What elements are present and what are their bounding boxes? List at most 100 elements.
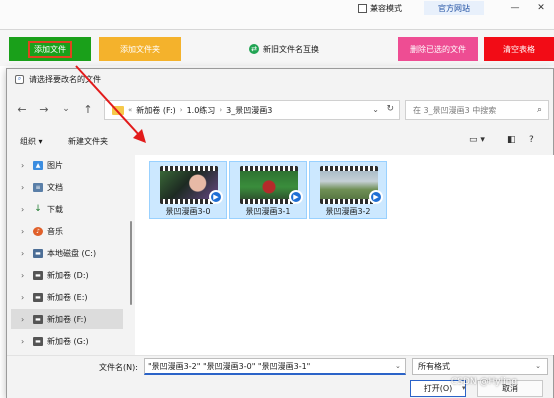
search-icon: ⌕ (536, 105, 542, 115)
film-strip (160, 166, 218, 171)
search-placeholder: 在 3_景凹漫画3 中搜索 (413, 105, 497, 115)
interchange-names-label: 新旧文件名互换 (263, 44, 319, 54)
dialog-title-bar: ⌕ 请选择要改名的文件 (7, 69, 553, 89)
media-player-icon: ▶ (209, 190, 223, 204)
pictures-icon: ▲ (33, 160, 43, 170)
breadcrumb-separator: › (219, 106, 223, 114)
dialog-title: 请选择要改名的文件 (29, 74, 101, 84)
file-item[interactable]: ▶ 景凹漫画3-1 (229, 161, 307, 219)
refresh-icon[interactable]: ↻ (386, 104, 394, 114)
overflow-chevron[interactable]: « (128, 106, 132, 114)
add-file-label: 添加文件 (28, 40, 72, 58)
filename-label: 文件名(N): (99, 363, 138, 372)
drive-icon: ▬ (33, 270, 43, 280)
film-strip (320, 166, 378, 171)
swap-icon: ⇄ (249, 44, 259, 54)
expand-chevron[interactable]: › (21, 205, 29, 214)
file-name: 景凹漫画3-2 (325, 207, 371, 216)
add-file-button[interactable]: 添加文件 (9, 37, 91, 61)
app-title-bar: 兼容模式 官方网站 — ✕ (0, 0, 554, 30)
address-bar[interactable]: « 新加卷 (F:) › 1.0练习 › 3_景凹漫画3 ⌄ ↻ (104, 100, 400, 120)
compat-mode-label: 兼容模式 (370, 4, 402, 13)
chevron-down-icon: ⌄ (535, 362, 541, 370)
open-file-dialog: ⌕ 请选择要改名的文件 ← → ⌄ ↑ « 新加卷 (F:) › 1.0练习 ›… (6, 68, 554, 398)
navigation-pane: › ▲ 图片 › ≡ 文档 › ↓ 下载 › ♪ 音乐 › ▬ 本地磁盘 (C:… (7, 155, 127, 355)
expand-chevron[interactable]: › (21, 227, 29, 236)
up-button[interactable]: ↑ (81, 102, 95, 116)
expand-chevron[interactable]: › (21, 315, 29, 324)
file-name: 景凹漫画3-1 (245, 207, 291, 216)
compat-mode-checkbox[interactable]: 兼容模式 (358, 3, 402, 14)
file-item[interactable]: ▶ 景凹漫画3-2 (309, 161, 387, 219)
help-icon[interactable]: ? (529, 135, 534, 145)
filename-input[interactable]: "景凹漫画3-2" "景凹漫画3-0" "景凹漫画3-1" (144, 358, 406, 375)
nav-item-label: 新加卷 (D:) (47, 270, 89, 280)
nav-item-music[interactable]: › ♪ 音乐 (11, 221, 123, 241)
music-icon: ♪ (33, 226, 43, 236)
nav-item-drive-e[interactable]: › ▬ 新加卷 (E:) (11, 287, 123, 307)
drive-icon: ▬ (33, 248, 43, 258)
close-button[interactable]: ✕ (532, 1, 550, 15)
expand-chevron[interactable]: › (21, 249, 29, 258)
checkbox-box[interactable] (358, 4, 367, 13)
breadcrumb-separator: › (179, 106, 183, 114)
folder-icon (112, 105, 124, 115)
breadcrumb-folder-2[interactable]: 3_景凹漫画3 (226, 105, 272, 116)
documents-icon: ≡ (33, 182, 43, 192)
forward-button[interactable]: → (37, 102, 51, 116)
nav-item-label: 下载 (47, 204, 63, 214)
nav-item-documents[interactable]: › ≡ 文档 (11, 177, 123, 197)
drive-icon: ▬ (33, 336, 43, 346)
interchange-names-button[interactable]: ⇄ 新旧文件名互换 (238, 37, 330, 61)
nav-item-downloads[interactable]: › ↓ 下载 (11, 199, 123, 219)
nav-item-pictures[interactable]: › ▲ 图片 (11, 155, 123, 175)
expand-chevron[interactable]: › (21, 337, 29, 346)
watermark: CSDN @Hyling (451, 377, 518, 387)
media-player-icon: ▶ (289, 190, 303, 204)
nav-item-drive-c[interactable]: › ▬ 本地磁盘 (C:) (11, 243, 123, 263)
file-item[interactable]: ▶ 景凹漫画3-0 (149, 161, 227, 219)
official-site-button[interactable]: 官方网站 (424, 1, 484, 15)
chevron-down-icon[interactable]: ⌄ (395, 362, 401, 370)
command-bar: 组织 ▾ 新建文件夹 ▭ ▾ ◧ ? (7, 131, 553, 151)
nav-item-drive-d[interactable]: › ▬ 新加卷 (D:) (11, 265, 123, 285)
add-folder-button[interactable]: 添加文件夹 (99, 37, 181, 61)
expand-chevron[interactable]: › (21, 271, 29, 280)
organize-menu[interactable]: 组织 ▾ (20, 136, 43, 147)
drive-icon: ▬ (33, 314, 43, 324)
film-strip (240, 166, 298, 171)
file-type-filter[interactable]: 所有格式 ⌄ (412, 358, 548, 375)
nav-item-label: 新加卷 (G:) (47, 336, 89, 346)
minimize-button[interactable]: — (506, 1, 524, 15)
navigation-bar: ← → ⌄ ↑ « 新加卷 (F:) › 1.0练习 › 3_景凹漫画3 ⌄ ↻… (7, 93, 553, 125)
nav-item-label: 新加卷 (E:) (47, 292, 88, 302)
nav-item-label: 音乐 (47, 226, 63, 236)
nav-item-label: 本地磁盘 (C:) (47, 248, 97, 258)
new-folder-button[interactable]: 新建文件夹 (68, 136, 108, 147)
back-button[interactable]: ← (15, 102, 29, 116)
view-options-icon[interactable]: ▭ ▾ (469, 135, 485, 145)
delete-selected-button[interactable]: 删除已选的文件 (398, 37, 478, 61)
clear-table-button[interactable]: 清空表格 (484, 37, 554, 61)
breadcrumb-folder-1[interactable]: 1.0练习 (187, 105, 216, 116)
nav-item-drive-g[interactable]: › ▬ 新加卷 (G:) (11, 331, 123, 351)
preview-pane-icon[interactable]: ◧ (507, 135, 516, 145)
expand-chevron[interactable]: › (21, 293, 29, 302)
recent-locations-button[interactable]: ⌄ (59, 102, 73, 116)
chevron-down-icon[interactable]: ⌄ (372, 105, 379, 114)
file-type-value: 所有格式 (418, 362, 450, 371)
breadcrumb-drive[interactable]: 新加卷 (F:) (136, 105, 175, 116)
nav-item-label: 新加卷 (F:) (47, 314, 87, 324)
nav-pane-scrollbar[interactable] (128, 155, 134, 355)
nav-item-drive-f[interactable]: › ▬ 新加卷 (F:) (11, 309, 123, 329)
nav-item-label: 图片 (47, 160, 63, 170)
app-icon: ⌕ (15, 74, 24, 84)
expand-chevron[interactable]: › (21, 161, 29, 170)
media-player-icon: ▶ (369, 190, 383, 204)
drive-icon: ▬ (33, 292, 43, 302)
downloads-icon: ↓ (34, 204, 42, 214)
scrollbar-thumb[interactable] (130, 221, 132, 305)
file-name: 景凹漫画3-0 (165, 207, 211, 216)
search-input[interactable]: 在 3_景凹漫画3 中搜索 ⌕ (405, 100, 549, 120)
expand-chevron[interactable]: › (21, 183, 29, 192)
